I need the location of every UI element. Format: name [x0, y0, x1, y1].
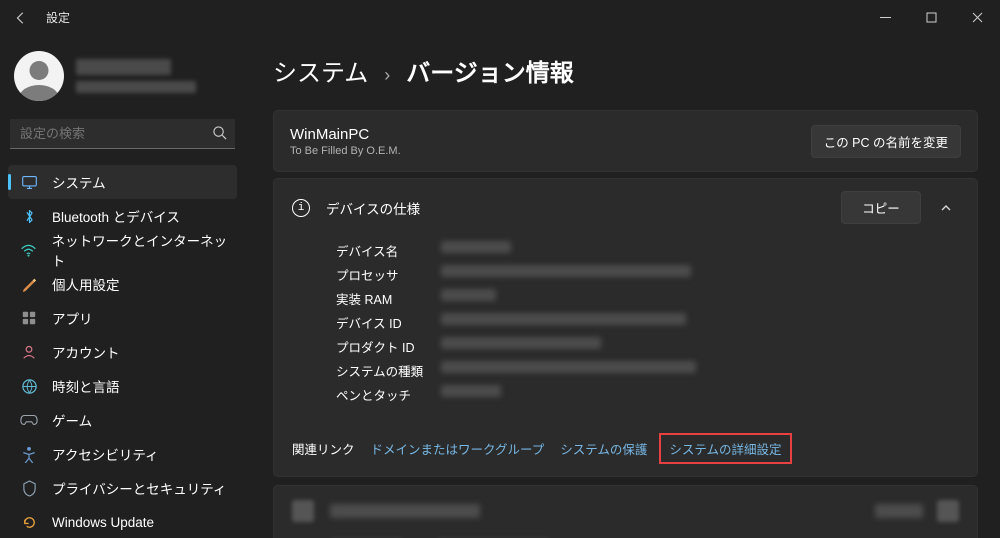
spec-label: デバイス名 [336, 241, 441, 260]
accessibility-icon [20, 445, 38, 463]
nav-gaming[interactable]: ゲーム [8, 403, 237, 437]
nav-time-language[interactable]: 時刻と言語 [8, 369, 237, 403]
spec-list: デバイス名 プロセッサ 実装 RAM デバイス ID プロダクト ID システム… [274, 230, 977, 423]
nav-label: 個人用設定 [52, 274, 120, 294]
gaming-icon [20, 411, 38, 429]
redacted-value [441, 289, 496, 301]
redacted-button [875, 504, 923, 518]
nav-accessibility[interactable]: アクセシビリティ [8, 437, 237, 471]
nav-apps[interactable]: アプリ [8, 301, 237, 335]
personalization-icon [20, 275, 38, 293]
user-block[interactable] [8, 41, 237, 119]
nav-bluetooth[interactable]: Bluetooth とデバイス [8, 199, 237, 233]
spec-label: ペンとタッチ [336, 385, 441, 404]
spec-label: プロセッサ [336, 265, 441, 284]
pc-oem: To Be Filled By O.E.M. [290, 145, 401, 157]
collapse-button[interactable] [931, 193, 961, 223]
spec-label: プロダクト ID [336, 337, 441, 356]
breadcrumb-parent[interactable]: システム [273, 53, 368, 88]
nav-label: ゲーム [52, 410, 92, 430]
window-controls [862, 0, 1000, 35]
redacted-value [441, 361, 696, 373]
breadcrumb-current: バージョン情報 [406, 53, 574, 88]
link-system-protection[interactable]: システムの保護 [560, 439, 647, 458]
link-advanced-system-settings[interactable]: システムの詳細設定 [669, 443, 781, 457]
apps-icon [20, 309, 38, 327]
copy-button[interactable]: コピー [841, 191, 921, 224]
nav-label: アカウント [52, 342, 120, 362]
minimize-button[interactable] [862, 0, 908, 35]
update-icon [20, 513, 38, 531]
user-name-redacted [76, 59, 196, 93]
link-domain-workgroup[interactable]: ドメインまたはワークグループ [371, 439, 545, 458]
maximize-button[interactable] [908, 0, 954, 35]
time-icon [20, 377, 38, 395]
nav-label: アクセシビリティ [52, 444, 159, 464]
window-title: 設定 [46, 9, 70, 26]
search-input[interactable] [10, 119, 235, 149]
title-bar: 設定 [0, 0, 1000, 35]
device-spec-card: i デバイスの仕様 コピー デバイス名 プロセッサ 実装 RAM デバイス ID… [273, 178, 978, 477]
chevron-right-icon: › [384, 65, 390, 86]
nav-label: アプリ [52, 308, 93, 328]
redacted-value [441, 265, 691, 277]
redacted-value [441, 385, 501, 397]
windows-spec-card[interactable] [273, 485, 978, 538]
spec-label: システムの種類 [336, 361, 441, 380]
accounts-icon [20, 343, 38, 361]
pc-name: WinMainPC [290, 126, 401, 143]
nav-label: プライバシーとセキュリティ [52, 478, 226, 498]
spec-label: 実装 RAM [336, 289, 441, 308]
system-icon [20, 173, 38, 191]
privacy-icon [20, 479, 38, 497]
related-links-row: 関連リンク ドメインまたはワークグループ システムの保護 システムの詳細設定 [274, 423, 977, 476]
windows-icon [292, 500, 314, 522]
network-icon [20, 241, 38, 259]
nav-network[interactable]: ネットワークとインターネット [8, 233, 237, 267]
chevron-icon [937, 500, 959, 522]
redacted-value [441, 241, 511, 253]
nav-privacy[interactable]: プライバシーとセキュリティ [8, 471, 237, 505]
nav-label: 時刻と言語 [52, 376, 120, 396]
breadcrumb: システム › バージョン情報 [273, 53, 978, 88]
nav-label: ネットワークとインターネット [52, 230, 237, 270]
nav-label: Windows Update [52, 515, 154, 530]
search-input-wrap [10, 119, 235, 149]
spec-header-title: デバイスの仕様 [326, 198, 420, 218]
highlight-box: システムの詳細設定 [659, 433, 791, 464]
redacted-title [330, 504, 480, 518]
nav-label: Bluetooth とデバイス [52, 206, 180, 226]
nav-accounts[interactable]: アカウント [8, 335, 237, 369]
bluetooth-icon [20, 207, 38, 225]
avatar [14, 51, 64, 101]
close-button[interactable] [954, 0, 1000, 35]
related-label: 関連リンク [292, 439, 355, 458]
content-area: システム › バージョン情報 WinMainPC To Be Filled By… [245, 35, 1000, 538]
redacted-value [441, 313, 686, 325]
rename-pc-button[interactable]: この PC の名前を変更 [811, 125, 961, 158]
sidebar: システム Bluetooth とデバイス ネットワークとインターネット 個人用設… [0, 35, 245, 538]
pc-name-card: WinMainPC To Be Filled By O.E.M. この PC の… [273, 110, 978, 172]
nav-label: システム [52, 172, 106, 192]
nav-personalization[interactable]: 個人用設定 [8, 267, 237, 301]
search-icon [212, 125, 227, 143]
info-icon: i [292, 199, 310, 217]
redacted-value [441, 337, 601, 349]
back-button[interactable] [10, 7, 32, 29]
nav-windows-update[interactable]: Windows Update [8, 505, 237, 538]
spec-label: デバイス ID [336, 313, 441, 332]
nav-system[interactable]: システム [8, 165, 237, 199]
